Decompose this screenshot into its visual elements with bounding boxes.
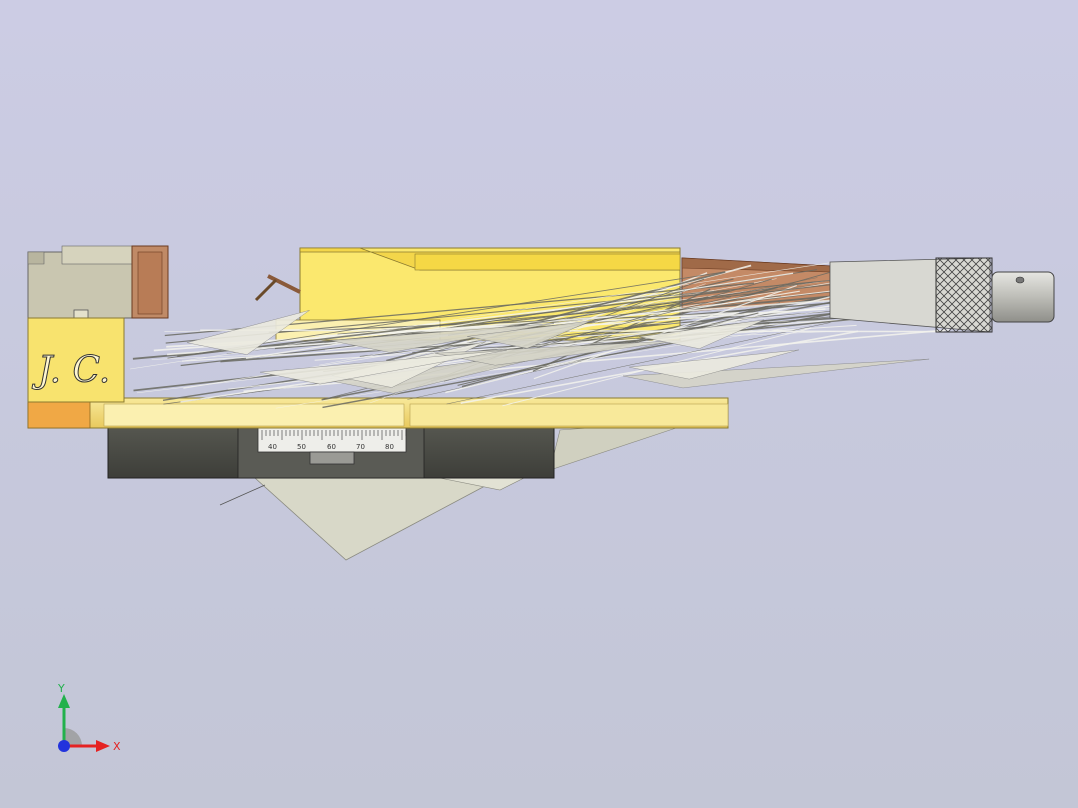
cad-3d-viewport[interactable]: 40 50 60 70 80 J. C. Y X: [0, 0, 1078, 808]
engraving-text: J. C.: [31, 350, 110, 391]
vise-assembly-model[interactable]: 40 50 60 70 80 J. C.: [0, 0, 1078, 808]
scale-tick-label: 60: [327, 443, 336, 451]
x-axis-label: X: [113, 740, 121, 753]
fixed-jaw[interactable]: J. C.: [27, 245, 169, 403]
scale-tick-label: 80: [385, 443, 394, 451]
scale-tick-label: 40: [268, 443, 277, 451]
scale-tick-label: 50: [297, 443, 306, 451]
scale-tick-label: 70: [356, 443, 365, 451]
coordinate-triad-icon: Y X: [57, 682, 121, 753]
knurled-handle[interactable]: [829, 257, 1055, 333]
vise-bottom-plate[interactable]: [27, 397, 729, 429]
y-axis-label: Y: [57, 682, 65, 695]
